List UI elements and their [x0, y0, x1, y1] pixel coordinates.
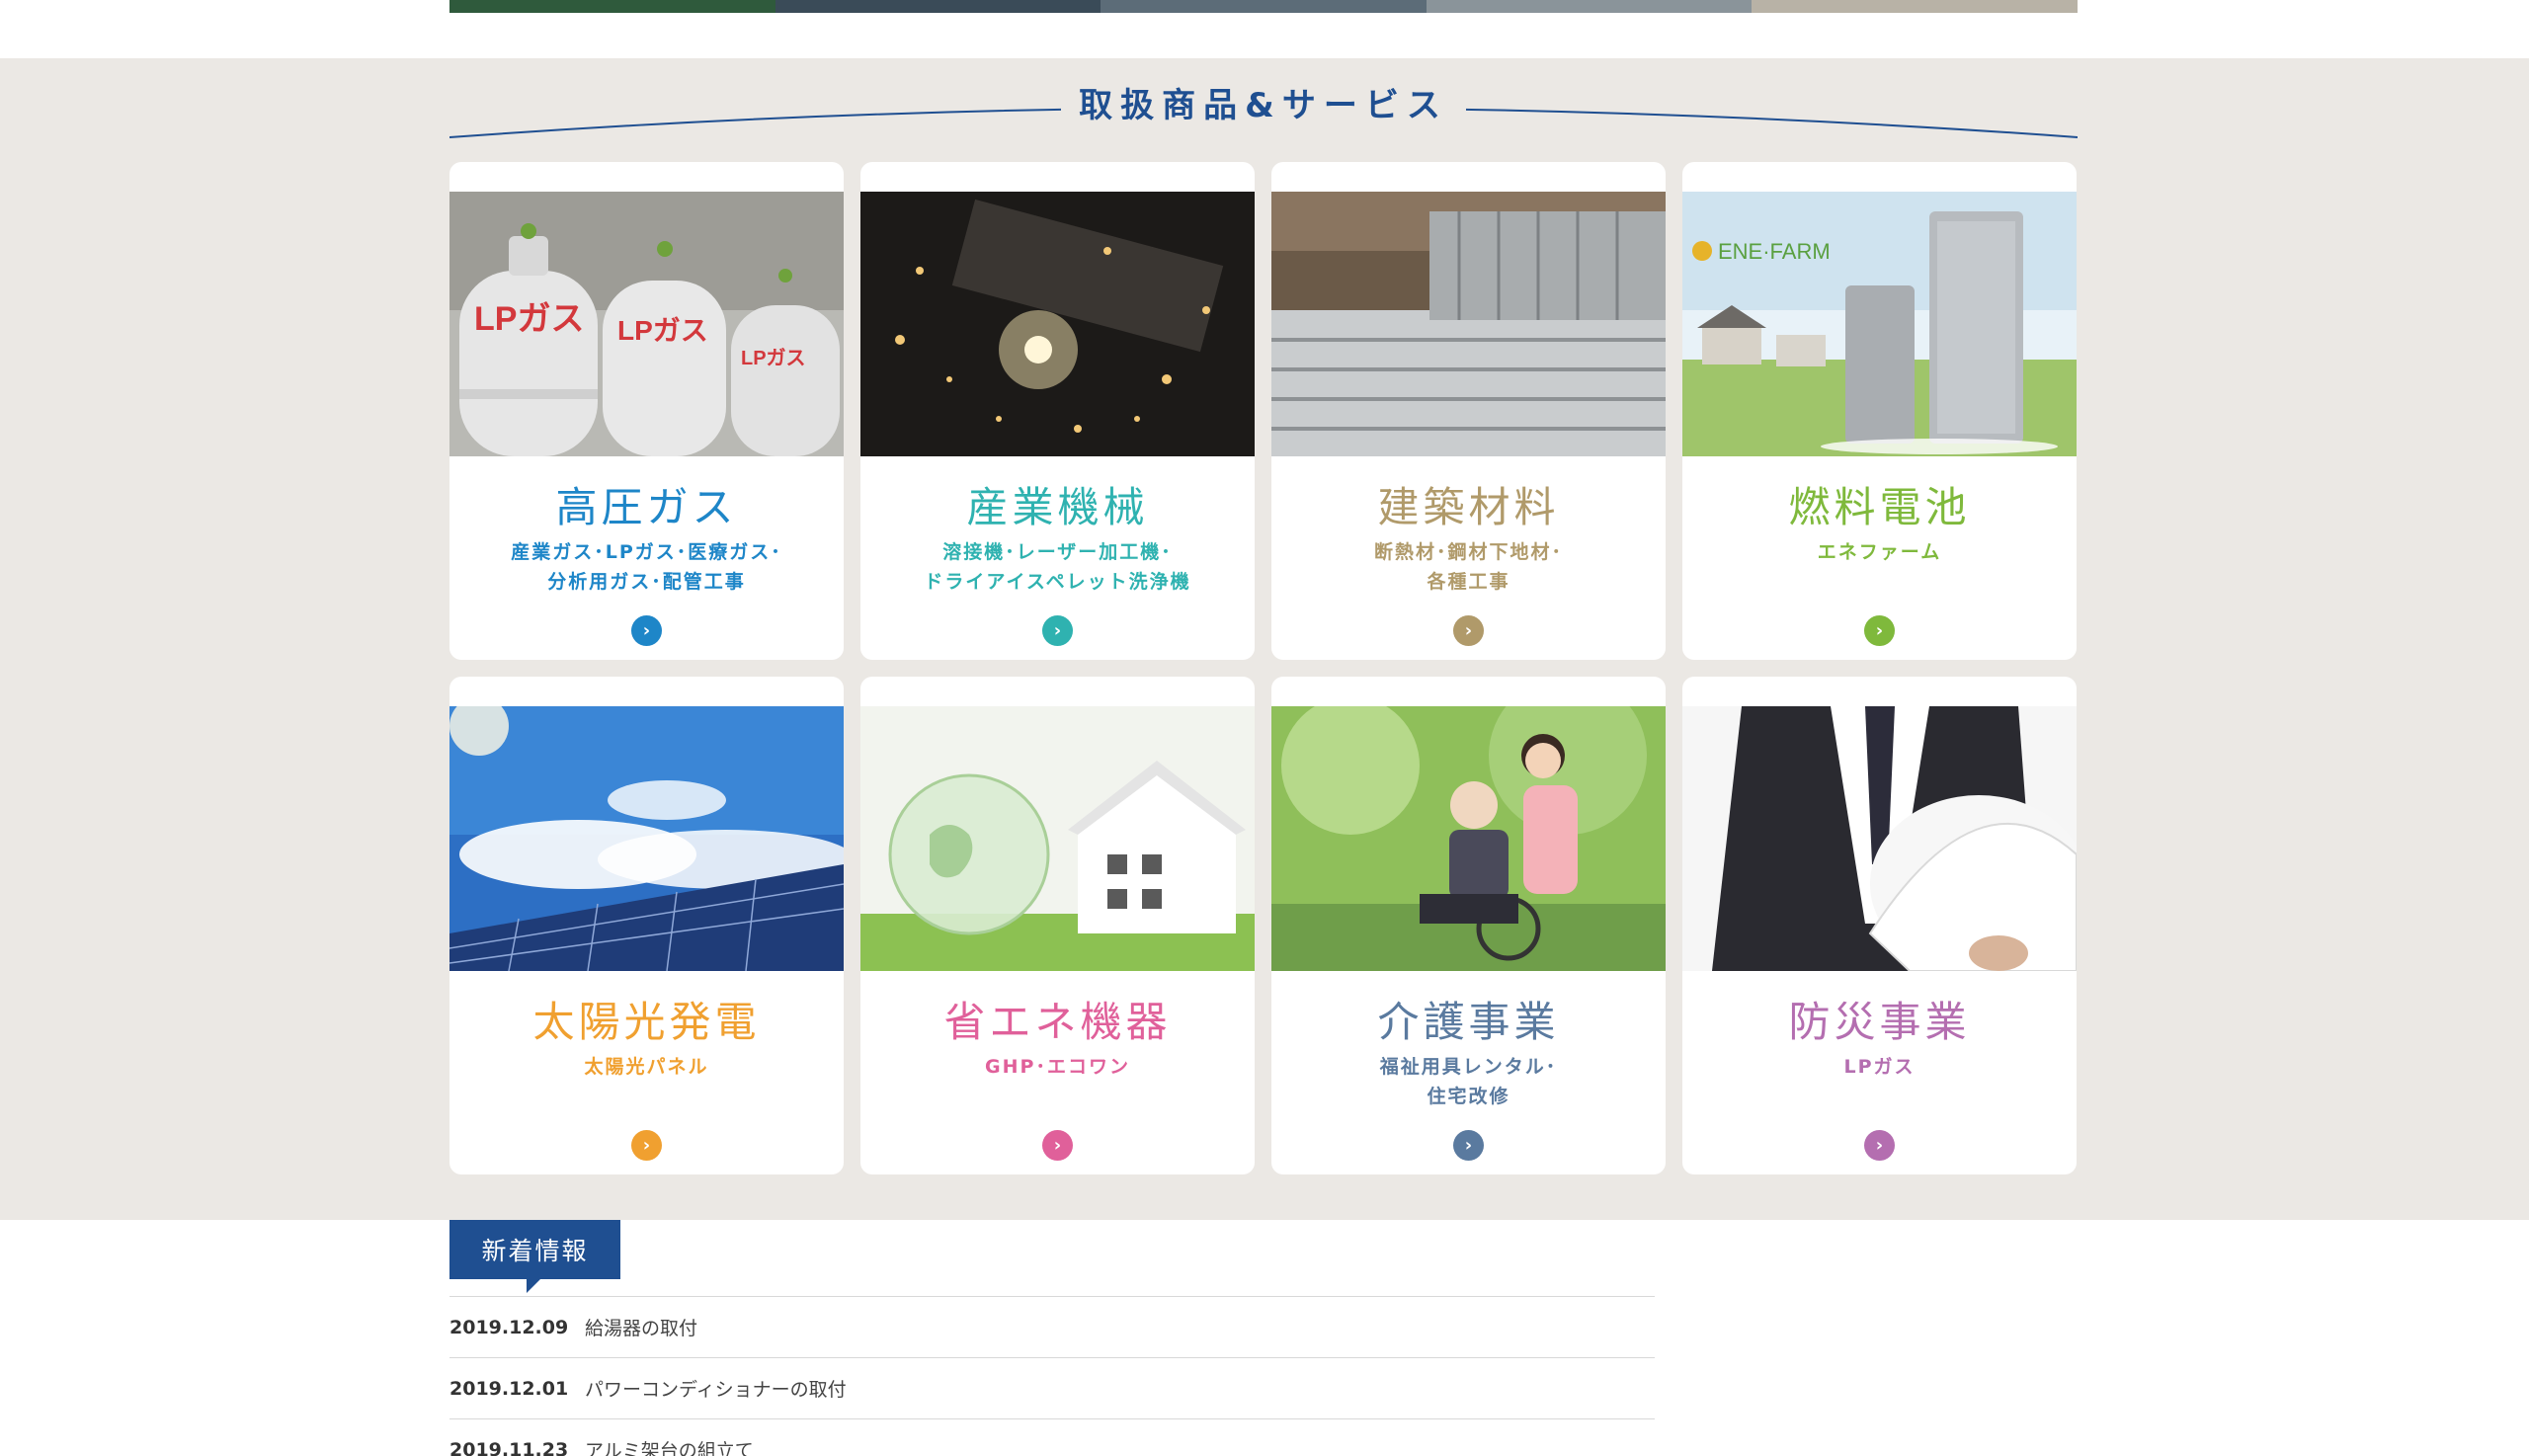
service-desc-line: 太陽光パネル	[584, 1056, 709, 1078]
service-title: 高圧ガス	[555, 483, 738, 531]
steel-studs-image	[1271, 192, 1666, 456]
businessman-helmet-image	[1682, 706, 2077, 971]
chevron-right-icon[interactable]: ›	[1864, 1130, 1895, 1161]
service-desc-line: 分析用ガス･配管工事	[547, 571, 746, 593]
service-card-fuel-cell[interactable]: ENE·FARM 燃料電池 エネファーム ›	[1682, 162, 2077, 660]
service-title: 省エネ機器	[943, 998, 1172, 1046]
chevron-right-icon[interactable]: ›	[1864, 615, 1895, 646]
news-tab-pointer	[527, 1279, 540, 1293]
services-heading: 取扱商品&サービス	[449, 58, 2078, 167]
welding-sparks-image	[860, 192, 1255, 456]
ene-farm-units-image: ENE·FARM	[1682, 192, 2077, 456]
service-card-solar-power[interactable]: 太陽光発電 太陽光パネル ›	[449, 677, 844, 1174]
service-desc-line: 産業ガス･LPガス･医療ガス･	[511, 541, 782, 563]
service-desc-line: GHP･エコワン	[985, 1056, 1130, 1078]
top-spacer	[0, 13, 2529, 58]
svg-text:LPガス: LPガス	[617, 315, 708, 346]
service-desc-line: 各種工事	[1427, 571, 1510, 593]
hero-slideshow-edge	[449, 0, 2078, 13]
service-title: 介護事業	[1377, 998, 1560, 1046]
service-title: 燃料電池	[1788, 483, 1971, 531]
services-grid: LPガス LPガス LPガス 高圧ガス 産業ガス･LPガス･医療ガス･ 分析用ガ…	[449, 162, 2078, 1174]
service-card-high-pressure-gas[interactable]: LPガス LPガス LPガス 高圧ガス 産業ガス･LPガス･医療ガス･ 分析用ガ…	[449, 162, 844, 660]
service-desc-line: LPガス	[1843, 1056, 1916, 1078]
lp-gas-cylinders-image: LPガス LPガス LPガス	[449, 192, 844, 456]
service-card-disaster-prevention[interactable]: 防災事業 LPガス ›	[1682, 677, 2077, 1174]
news-date: 2019.11.23	[449, 1438, 569, 1456]
service-card-industrial-machinery[interactable]: 産業機械 溶接機･レーザー加工機･ ドライアイスペレット洗浄機 ›	[860, 162, 1255, 660]
ene-farm-logo: ENE·FARM	[1718, 239, 1831, 264]
solar-panels-image	[449, 706, 844, 971]
service-desc-line: 福祉用具レンタル･	[1379, 1056, 1558, 1078]
news-title[interactable]: アルミ架台の組立て	[585, 1436, 754, 1456]
service-card-nursing-care[interactable]: 介護事業 福祉用具レンタル･ 住宅改修 ›	[1271, 677, 1666, 1174]
services-section: 取扱商品&サービス LPガス LPガス LPガス 高圧ガス 産業ガス･LPガス･…	[0, 58, 2529, 1220]
svg-text:LPガス: LPガス	[741, 347, 806, 369]
service-card-energy-saving[interactable]: 省エネ機器 GHP･エコワン ›	[860, 677, 1255, 1174]
service-desc-line: 断熱材･鋼材下地材･	[1373, 541, 1563, 563]
chevron-right-icon[interactable]: ›	[1042, 615, 1073, 646]
service-desc-line: 溶接機･レーザー加工機･	[942, 541, 1173, 563]
news-item[interactable]: 2019.11.23 アルミ架台の組立て	[449, 1418, 1655, 1456]
service-title: 太陽光発電	[532, 998, 761, 1046]
chevron-right-icon[interactable]: ›	[631, 1130, 662, 1161]
chevron-right-icon[interactable]: ›	[1042, 1130, 1073, 1161]
service-title: 産業機械	[966, 483, 1149, 531]
service-title: 防災事業	[1788, 998, 1971, 1046]
chevron-right-icon[interactable]: ›	[631, 615, 662, 646]
service-desc-line: エネファーム	[1817, 541, 1942, 563]
news-title[interactable]: 給湯器の取付	[585, 1314, 697, 1340]
news-title[interactable]: パワーコンディショナーの取付	[585, 1375, 847, 1402]
service-card-building-materials[interactable]: 建築材料 断熱材･鋼材下地材･ 各種工事 ›	[1271, 162, 1666, 660]
svg-text:LPガス: LPガス	[474, 300, 584, 338]
news-list: 2019.12.09 給湯器の取付 2019.12.01 パワーコンディショナー…	[449, 1296, 1655, 1456]
services-title: 取扱商品&サービス	[1061, 86, 1466, 125]
service-desc-line: 住宅改修	[1427, 1086, 1510, 1107]
news-date: 2019.12.01	[449, 1377, 569, 1400]
news-tab: 新着情報	[449, 1220, 620, 1279]
glass-globe-house-image	[860, 706, 1255, 971]
chevron-right-icon[interactable]: ›	[1453, 615, 1484, 646]
news-item[interactable]: 2019.12.09 給湯器の取付	[449, 1296, 1655, 1357]
news-item[interactable]: 2019.12.01 パワーコンディショナーの取付	[449, 1357, 1655, 1418]
service-title: 建築材料	[1377, 483, 1560, 531]
news-date: 2019.12.09	[449, 1316, 569, 1338]
service-desc-line: ドライアイスペレット洗浄機	[924, 571, 1191, 593]
chevron-right-icon[interactable]: ›	[1453, 1130, 1484, 1161]
wheelchair-care-image	[1271, 706, 1666, 971]
